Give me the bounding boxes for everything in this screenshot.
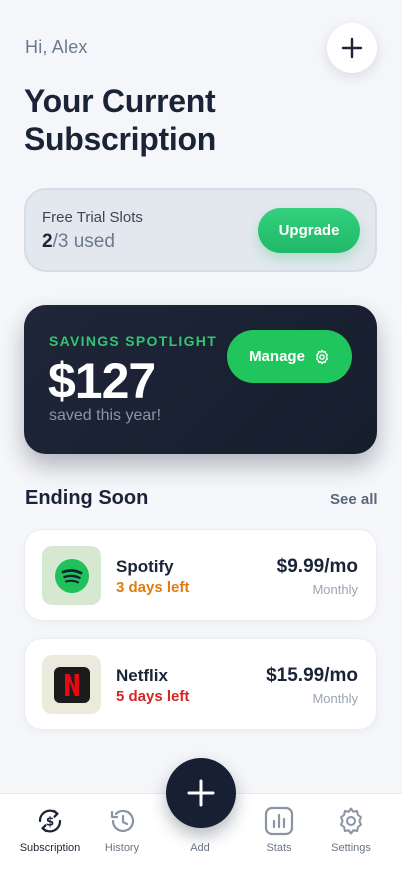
trial-total: /3 used — [52, 231, 115, 252]
subscription-card-spotify[interactable]: Spotify 3 days left $9.99/mo Monthly — [24, 529, 377, 621]
svg-text:$: $ — [46, 815, 54, 829]
savings-label: SAVINGS SPOTLIGHT — [49, 333, 218, 349]
days-left: 3 days left — [116, 579, 190, 596]
see-all-link[interactable]: See all — [330, 491, 378, 508]
nav-label: Settings — [331, 842, 371, 854]
subscription-period: Monthly — [312, 582, 358, 597]
savings-amount: $127 — [48, 353, 156, 409]
greeting: Hi, Alex — [25, 37, 88, 57]
nav-label: History — [104, 842, 140, 854]
stats-icon — [263, 805, 295, 837]
history-icon — [106, 805, 138, 837]
subscription-icon: $ — [34, 805, 66, 837]
spotify-logo — [42, 546, 101, 605]
subscription-price: $15.99/mo — [266, 665, 358, 686]
manage-label: Manage — [249, 348, 305, 365]
ending-soon-title: Ending Soon — [25, 487, 149, 509]
add-fab-button[interactable] — [166, 758, 236, 828]
subscription-name: Spotify — [116, 557, 174, 576]
nav-label: Stats — [266, 842, 292, 854]
add-subscription-button[interactable] — [327, 23, 377, 73]
savings-subtitle: saved this year! — [49, 407, 162, 424]
trial-count: 2/3 used — [42, 231, 115, 253]
page-title: Your Current Subscription — [24, 83, 216, 157]
gear-icon — [315, 349, 328, 364]
netflix-logo — [42, 655, 101, 714]
nav-label: Add — [190, 842, 210, 854]
trial-label: Free Trial Slots — [42, 209, 143, 226]
nav-item-history[interactable]: History — [82, 794, 162, 874]
netflix-icon — [53, 666, 90, 703]
nav-item-stats[interactable]: Stats — [239, 794, 319, 874]
subscription-name: Netflix — [116, 666, 168, 685]
days-left: 5 days left — [116, 688, 190, 705]
spotify-icon — [54, 558, 89, 593]
subscription-card-netflix[interactable]: Netflix 5 days left $15.99/mo Monthly — [24, 638, 377, 730]
nav-item-settings[interactable]: Settings — [311, 794, 391, 874]
nav-item-subscription[interactable]: $ Subscription — [10, 794, 90, 874]
free-trial-card: Free Trial Slots 2/3 used Upgrade — [24, 188, 377, 272]
savings-spotlight-card: SAVINGS SPOTLIGHT $127 saved this year! … — [24, 305, 377, 454]
plus-icon — [341, 37, 363, 59]
upgrade-button[interactable]: Upgrade — [258, 208, 360, 253]
trial-used: 2 — [42, 231, 53, 252]
manage-button[interactable]: Manage — [227, 330, 352, 383]
plus-icon — [187, 779, 215, 807]
subscription-price: $9.99/mo — [276, 556, 358, 577]
subscription-period: Monthly — [312, 691, 358, 706]
nav-label: Subscription — [19, 842, 81, 854]
gear-icon — [335, 805, 367, 837]
